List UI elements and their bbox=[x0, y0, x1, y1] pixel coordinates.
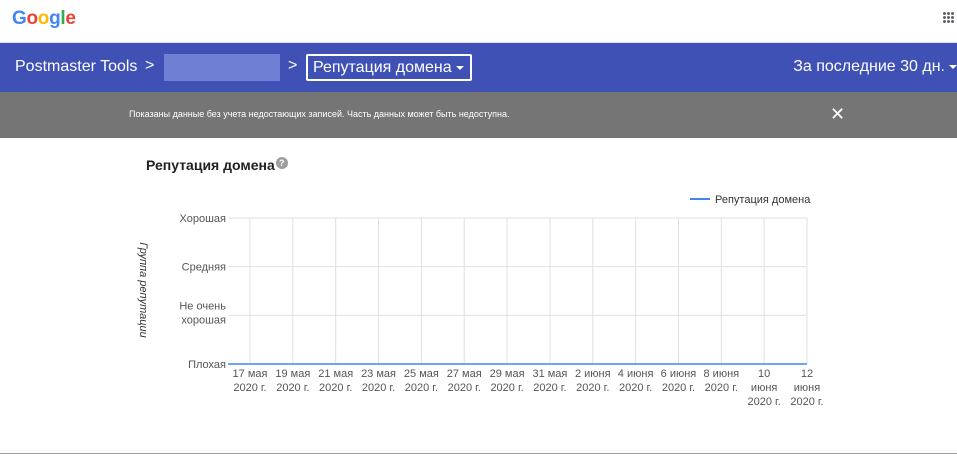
logo-letter: g bbox=[49, 8, 61, 29]
y-tick-label: хорошая bbox=[181, 314, 226, 326]
x-tick-label: 2020 г. bbox=[448, 382, 481, 394]
info-banner: Показаны данные без учета недостающих за… bbox=[0, 92, 957, 138]
x-tick-label: 2020 г. bbox=[533, 382, 566, 394]
logo-letter: o bbox=[26, 8, 38, 29]
help-icon[interactable]: ? bbox=[275, 157, 288, 169]
section-dropdown-label: Репутация домена bbox=[313, 59, 452, 76]
x-tick-label: 2020 г. bbox=[662, 382, 695, 394]
x-tick-label: 21 мая bbox=[318, 368, 353, 380]
apps-grid-icon[interactable] bbox=[943, 12, 954, 26]
chart-title: Репутация домена? bbox=[146, 157, 288, 173]
close-icon[interactable]: ✕ bbox=[830, 104, 845, 124]
x-tick-label: 25 мая bbox=[404, 368, 439, 380]
x-tick-label: 2020 г. bbox=[233, 382, 266, 394]
logo-letter: G bbox=[12, 8, 27, 29]
x-tick-label: 31 мая bbox=[532, 368, 567, 380]
y-tick-label: Не очень bbox=[179, 300, 226, 312]
y-tick-label: Хорошая bbox=[180, 213, 227, 225]
x-tick-label: 6 июня bbox=[661, 368, 697, 380]
nav-bar: Postmaster Tools > > Репутация домена За… bbox=[0, 43, 957, 92]
x-tick-label: 2020 г. bbox=[319, 382, 352, 394]
app-name[interactable]: Postmaster Tools bbox=[15, 58, 137, 76]
y-tick-label: Средняя bbox=[182, 262, 226, 274]
google-logo[interactable]: Google bbox=[12, 8, 76, 30]
breadcrumb-chevron-icon: > bbox=[288, 57, 298, 74]
logo-letter: e bbox=[65, 8, 76, 29]
x-tick-label: 2020 г. bbox=[790, 396, 823, 408]
x-tick-label: 12 bbox=[801, 368, 813, 380]
legend-label: Репутация домена bbox=[715, 194, 811, 206]
x-tick-label: 8 июня bbox=[704, 368, 740, 380]
x-tick-label: 2020 г. bbox=[276, 382, 309, 394]
x-tick-label: 19 мая bbox=[275, 368, 310, 380]
x-tick-label: 2020 г. bbox=[748, 396, 781, 408]
x-tick-label: 10 bbox=[758, 368, 770, 380]
caret-down-icon bbox=[949, 64, 957, 69]
x-tick-label: 2020 г. bbox=[619, 382, 652, 394]
x-tick-label: 2 июня bbox=[575, 368, 611, 380]
banner-message: Показаны данные без учета недостающих за… bbox=[129, 109, 510, 119]
period-dropdown[interactable]: За последние 30 дн. bbox=[793, 58, 957, 76]
x-tick-label: 2020 г. bbox=[405, 382, 438, 394]
x-tick-label: 17 мая bbox=[233, 368, 268, 380]
section-dropdown[interactable]: Репутация домена bbox=[306, 54, 472, 81]
x-tick-label: 2020 г. bbox=[362, 382, 395, 394]
x-tick-label: июня bbox=[794, 382, 820, 394]
logo-letter: o bbox=[37, 8, 50, 29]
x-tick-label: 23 мая bbox=[361, 368, 396, 380]
x-tick-label: 2020 г. bbox=[705, 382, 738, 394]
y-axis-label: Группа репутации bbox=[137, 242, 149, 338]
caret-down-icon bbox=[455, 65, 464, 70]
breadcrumb-chevron-icon: > bbox=[145, 57, 155, 74]
domain-selector[interactable] bbox=[164, 54, 280, 81]
x-tick-label: 27 мая bbox=[447, 368, 482, 380]
period-dropdown-label: За последние 30 дн. bbox=[793, 58, 945, 75]
x-tick-label: 2020 г. bbox=[576, 382, 609, 394]
x-tick-label: 2020 г. bbox=[490, 382, 523, 394]
divider bbox=[0, 453, 957, 454]
x-tick-label: 4 июня bbox=[618, 368, 654, 380]
x-tick-label: июня bbox=[751, 382, 777, 394]
top-bar: Google bbox=[0, 0, 957, 43]
chart-title-text: Репутация домена bbox=[146, 157, 275, 173]
x-tick-label: 29 мая bbox=[490, 368, 525, 380]
y-tick-label: Плохая bbox=[188, 359, 226, 371]
